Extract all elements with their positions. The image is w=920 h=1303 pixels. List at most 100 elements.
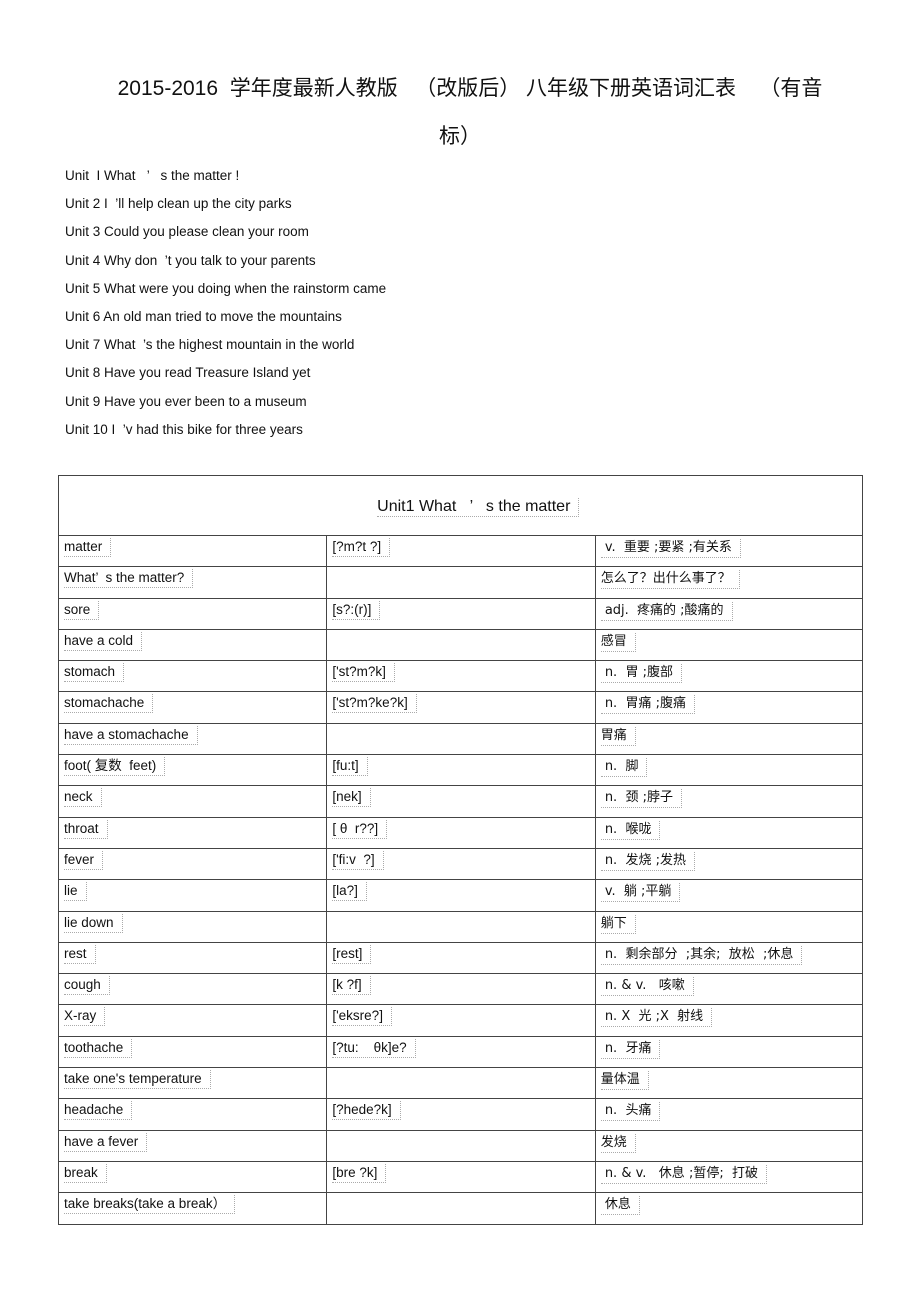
table-row: neck [nek] n. 颈 ;脖子 xyxy=(57,785,864,818)
meaning-cell: n. X 光 ;X 射线 xyxy=(594,1004,864,1037)
phonetic-cell: ['eksre?] xyxy=(326,1004,596,1037)
phonetic-cell xyxy=(326,566,596,599)
phonetic-text: ['st?m?k] xyxy=(332,663,395,683)
meaning-text: n. & v. 咳嗽 xyxy=(600,977,694,997)
meaning-text: n. 喉咙 xyxy=(600,820,661,840)
meaning-text: n. 颈 ;脖子 xyxy=(600,789,682,809)
table-row: X-ray ['eksre?] n. X 光 ;X 射线 xyxy=(57,1004,864,1037)
phonetic-text: [?tu: θk]e? xyxy=(332,1038,416,1058)
meaning-cell: n. & v. 咳嗽 xyxy=(594,973,864,1006)
word-text: lie down xyxy=(64,913,123,933)
word-text: X-ray xyxy=(64,1007,106,1027)
word-cell: matter xyxy=(57,534,328,568)
word-text: lie xyxy=(64,882,87,902)
phonetic-text: [k ?f] xyxy=(332,976,371,996)
word-cell: foot( 复数 feet) xyxy=(57,754,328,787)
meaning-text: n. 脚 xyxy=(600,758,648,778)
meaning-text: 怎么了？出什么事了？ xyxy=(600,570,740,590)
meaning-cell: 感冒 xyxy=(594,628,864,662)
word-text: have a cold xyxy=(64,631,143,651)
word-cell: have a cold xyxy=(57,628,328,662)
phonetic-text: ['fi:v ?] xyxy=(332,850,384,870)
meaning-text: v. 重要 ;要紧 ;有关系 xyxy=(600,539,741,558)
word-text: take breaks(take a break） xyxy=(64,1195,236,1215)
document-title-line-2: 标） xyxy=(439,125,481,148)
meaning-text: n. 胃痛 ;腹痛 xyxy=(600,695,695,715)
word-cell: break xyxy=(57,1160,328,1194)
word-text: toothache xyxy=(64,1038,133,1058)
unit-list-item: Unit 3 Could you please clean your room xyxy=(65,224,309,240)
meaning-cell: 发烧 xyxy=(594,1129,864,1162)
meaning-cell: n. 头痛 xyxy=(594,1098,864,1131)
table-row: take one's temperature 量体温 xyxy=(57,1067,864,1100)
table-heading-row: Unit1 What ’ s the matter xyxy=(58,475,863,536)
word-text: matter xyxy=(64,538,112,557)
phonetic-cell xyxy=(326,722,596,756)
meaning-cell: v. 躺 ;平躺 xyxy=(594,879,864,912)
phonetic-cell: ['st?m?k] xyxy=(326,660,596,693)
unit-list-item: Unit 7 What ’s the highest mountain in t… xyxy=(65,337,355,353)
word-text: throat xyxy=(64,819,108,839)
phonetic-text: [la?] xyxy=(332,882,367,902)
phonetic-cell: ['fi:v ?] xyxy=(326,847,596,881)
meaning-text: n. 牙痛 xyxy=(600,1039,661,1059)
table-heading-cell: Unit1 What ’ s the matter xyxy=(58,475,863,536)
unit-list: Unit I What ’ s the matter ! Unit 2 I ’ll… xyxy=(65,166,386,448)
meaning-cell: 怎么了？出什么事了？ xyxy=(594,566,864,599)
unit-list-item: Unit 8 Have you read Treasure Island yet xyxy=(65,365,311,381)
word-cell: throat xyxy=(57,816,328,849)
word-cell: fever xyxy=(57,847,328,881)
unit-list-item: Unit 6 An old man tried to move the moun… xyxy=(65,308,342,324)
word-cell: stomach xyxy=(57,660,328,693)
meaning-cell: v. 重要 ;要紧 ;有关系 xyxy=(594,534,864,568)
meaning-text: n. 胃 ;腹部 xyxy=(600,664,682,684)
table-row: lie down 躺下 xyxy=(57,910,864,943)
table-row: toothache [?tu: θk]e? n. 牙痛 xyxy=(57,1035,864,1069)
phonetic-cell: [la?] xyxy=(326,879,596,912)
phonetic-cell: ['st?m?ke?k] xyxy=(326,691,596,724)
table-row: fever ['fi:v ?] n. 发烧 ;发热 xyxy=(57,847,864,881)
unit-list-item: Unit 5 What were you doing when the rain… xyxy=(65,280,387,296)
phonetic-cell xyxy=(326,1192,596,1225)
word-cell: have a fever xyxy=(57,1129,328,1162)
meaning-cell: n. 胃痛 ;腹痛 xyxy=(594,691,864,724)
word-cell: take breaks(take a break） xyxy=(57,1192,328,1225)
word-cell: cough xyxy=(57,973,328,1006)
table-row: foot( 复数 feet) [fu:t] n. 脚 xyxy=(57,754,864,787)
phonetic-text: [rest] xyxy=(332,944,372,964)
word-text: stomach xyxy=(64,663,125,683)
word-cell: What’ s the matter? xyxy=(57,566,328,599)
meaning-text: n. 发烧 ;发热 xyxy=(600,851,695,871)
meaning-text: 休息 xyxy=(600,1196,640,1216)
word-cell: lie xyxy=(57,879,328,912)
word-cell: sore xyxy=(57,597,328,630)
meaning-cell: n. 喉咙 xyxy=(594,816,864,849)
meaning-cell: n. 牙痛 xyxy=(594,1035,864,1069)
word-text: neck xyxy=(64,788,102,808)
phonetic-text: ['st?m?ke?k] xyxy=(332,694,417,714)
document-title-line-1: 2015-2016 学年度最新人教版 （改版后） 八年级下册英语词汇表 （有音 xyxy=(117,77,823,100)
meaning-cell: n. 颈 ;脖子 xyxy=(594,785,864,818)
phonetic-cell: [ θ r??] xyxy=(326,816,596,849)
phonetic-text: [ θ r??] xyxy=(332,819,388,839)
phonetic-text: [s?:(r)] xyxy=(332,600,381,620)
word-cell: X-ray xyxy=(57,1004,328,1037)
phonetic-cell: [?hede?k] xyxy=(326,1098,596,1131)
word-cell: neck xyxy=(57,785,328,818)
unit-list-item: Unit 9 Have you ever been to a museum xyxy=(65,393,307,409)
meaning-cell: n. & v. 休息 ;暂停; 打破 xyxy=(594,1160,864,1194)
meaning-text: 胃痛 xyxy=(600,726,636,746)
table-row: have a cold 感冒 xyxy=(57,628,864,662)
meaning-cell: 躺下 xyxy=(594,910,864,943)
phonetic-text: [?m?t ?] xyxy=(332,538,391,557)
table-row: What’ s the matter? 怎么了？出什么事了？ xyxy=(57,566,864,599)
word-text: rest xyxy=(64,944,96,964)
meaning-text: n. & v. 休息 ;暂停; 打破 xyxy=(600,1164,767,1184)
word-text: What’ s the matter? xyxy=(64,569,194,589)
table-row: have a stomachache 胃痛 xyxy=(57,722,864,756)
meaning-text: n. 头痛 xyxy=(600,1102,661,1122)
word-text: take one's temperature xyxy=(64,1070,211,1090)
word-text: sore xyxy=(64,600,100,620)
unit-list-item: Unit 2 I ’ll help clean up the city park… xyxy=(65,196,292,212)
table-row: stomachache ['st?m?ke?k] n. 胃痛 ;腹痛 xyxy=(57,691,864,724)
